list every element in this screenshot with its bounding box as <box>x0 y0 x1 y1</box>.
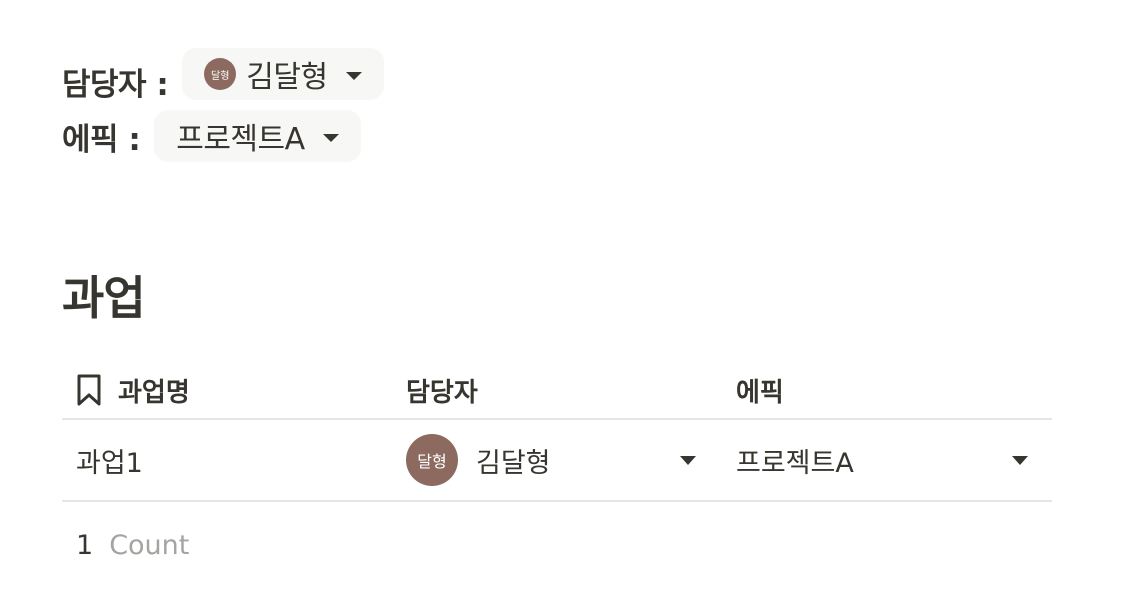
column-header-assignee[interactable]: 담당자 <box>406 362 478 418</box>
task-name: 과업1 <box>76 447 143 479</box>
avatar: 달형 <box>406 434 458 486</box>
caret-down-icon <box>345 72 362 80</box>
task-name-cell[interactable]: 과업1 <box>76 420 143 500</box>
table-row[interactable]: 과업1 달형 김달형 프로젝트A <box>62 420 1052 502</box>
epic-label: 에픽 : <box>62 121 141 158</box>
row-count: 1 <box>76 530 94 561</box>
tasks-table: 과업명 담당자 에픽 과업1 달형 김달형 프로젝트A <box>62 362 1052 502</box>
epic-dropdown[interactable]: 프로젝트A <box>154 110 361 162</box>
assignee-dropdown[interactable]: 달형 김달형 <box>182 48 384 100</box>
caret-down-icon[interactable] <box>1012 456 1028 465</box>
epic-value: 프로젝트A <box>176 122 305 157</box>
task-epic-cell[interactable]: 프로젝트A <box>736 420 1028 500</box>
table-count-footer: 1 Count <box>76 530 189 561</box>
column-header-name-label: 과업명 <box>118 377 190 408</box>
page: 담당자 : 달형 김달형 에픽 : 프로젝트A 과업 과업명 담당자 에픽 과업… <box>0 0 1128 598</box>
section-title: 과업 <box>62 271 146 325</box>
column-header-assignee-label: 담당자 <box>406 377 478 408</box>
assignee-value: 김달형 <box>246 60 328 95</box>
assignee-label: 담당자 : <box>62 66 169 103</box>
task-assignee-cell[interactable]: 달형 김달형 <box>406 420 696 500</box>
bookmark-icon <box>76 374 102 406</box>
column-header-epic-label: 에픽 <box>736 377 784 408</box>
assignee-property: 담당자 : 달형 김달형 <box>62 48 384 103</box>
epic-property: 에픽 : 프로젝트A <box>62 110 361 162</box>
caret-down-icon <box>322 134 339 142</box>
avatar: 달형 <box>204 58 237 90</box>
column-header-epic[interactable]: 에픽 <box>736 362 784 418</box>
task-assignee: 김달형 <box>476 447 551 479</box>
task-epic: 프로젝트A <box>736 447 854 479</box>
caret-down-icon[interactable] <box>680 456 696 465</box>
column-header-name[interactable]: 과업명 <box>76 362 190 418</box>
table-header: 과업명 담당자 에픽 <box>62 362 1052 420</box>
row-count-label: Count <box>109 530 190 561</box>
